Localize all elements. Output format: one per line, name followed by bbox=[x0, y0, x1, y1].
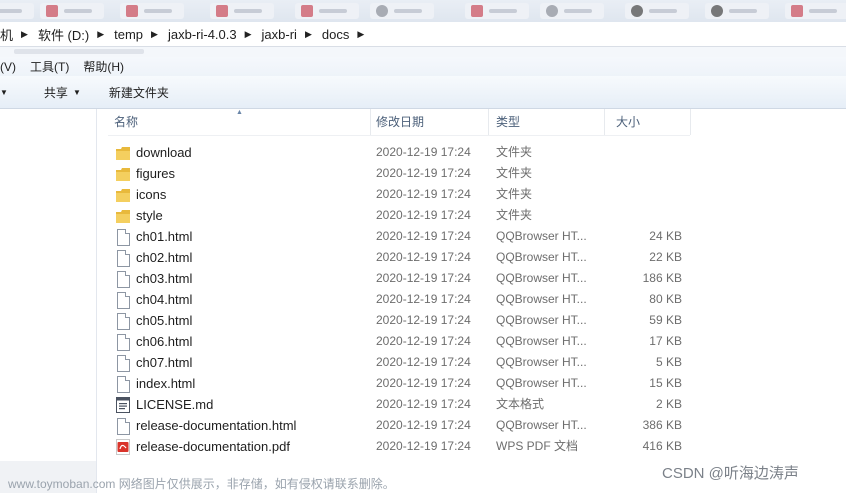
list-item[interactable]: release-documentation.pdf 2020-12-19 17:… bbox=[108, 436, 708, 457]
chevron-right-icon[interactable]: ▶ bbox=[147, 29, 160, 40]
browser-tab[interactable] bbox=[40, 3, 104, 19]
caret-down-icon: ▼ bbox=[72, 87, 81, 97]
breadcrumb-item[interactable]: 机 ▶ bbox=[0, 25, 30, 44]
chevron-right-icon[interactable]: ▶ bbox=[17, 29, 30, 40]
address-subarea bbox=[0, 47, 846, 57]
folder-icon bbox=[116, 208, 130, 224]
list-item[interactable]: ch01.html 2020-12-19 17:24 QQBrowser HT.… bbox=[108, 226, 708, 247]
browser-tab[interactable] bbox=[785, 3, 846, 19]
menu-help[interactable]: 帮助(H) bbox=[76, 58, 131, 75]
tab-favicon-icon bbox=[711, 5, 723, 17]
chevron-right-icon[interactable]: ▶ bbox=[241, 29, 254, 40]
list-item[interactable]: style 2020-12-19 17:24 文件夹 bbox=[108, 205, 708, 226]
list-item[interactable]: ch07.html 2020-12-19 17:24 QQBrowser HT.… bbox=[108, 352, 708, 373]
list-item[interactable]: release-documentation.html 2020-12-19 17… bbox=[108, 415, 708, 436]
html-file-icon bbox=[116, 334, 130, 351]
list-item[interactable]: download 2020-12-19 17:24 文件夹 bbox=[108, 142, 708, 163]
column-size[interactable]: 大小 bbox=[610, 109, 691, 135]
author-watermark: CSDN @听海边涛声 bbox=[662, 465, 799, 482]
list-item[interactable]: figures 2020-12-19 17:24 文件夹 bbox=[108, 163, 708, 184]
breadcrumb-item[interactable]: 软件 (D:) ▶ bbox=[34, 25, 106, 44]
list-item[interactable]: ch03.html 2020-12-19 17:24 QQBrowser HT.… bbox=[108, 268, 708, 289]
html-file-icon bbox=[116, 418, 130, 435]
list-item[interactable]: ch02.html 2020-12-19 17:24 QQBrowser HT.… bbox=[108, 247, 708, 268]
menu-bar: (V) 工具(T) 帮助(H) bbox=[0, 57, 846, 76]
list-item[interactable]: ch06.html 2020-12-19 17:24 QQBrowser HT.… bbox=[108, 331, 708, 352]
html-file-icon bbox=[116, 250, 130, 267]
command-bar: ▼ 共享 ▼ 新建文件夹 bbox=[0, 76, 846, 109]
folder-icon bbox=[116, 187, 130, 203]
share-button[interactable]: 共享 ▼ bbox=[34, 84, 91, 101]
browser-tab[interactable] bbox=[540, 3, 604, 19]
chevron-right-icon[interactable]: ▶ bbox=[93, 29, 106, 40]
folder-icon bbox=[116, 166, 130, 182]
watermark-text: www.toymoban.com 网络图片仅供展示，非存储，如有侵权请联系删除。 bbox=[8, 477, 395, 491]
html-file-icon bbox=[116, 271, 130, 288]
file-list: download 2020-12-19 17:24 文件夹 figures 20… bbox=[108, 142, 708, 457]
chevron-right-icon[interactable]: ▶ bbox=[353, 29, 366, 40]
browser-tab[interactable] bbox=[295, 3, 359, 19]
tab-favicon-icon bbox=[46, 5, 58, 17]
breadcrumb-item[interactable]: jaxb-ri ▶ bbox=[258, 27, 314, 42]
breadcrumb-item[interactable]: temp ▶ bbox=[110, 27, 160, 42]
address-bar[interactable]: 机 ▶ 软件 (D:) ▶ temp ▶ jaxb-ri-4.0.3 ▶ jaxb-ri… bbox=[0, 22, 846, 47]
browser-tab[interactable] bbox=[625, 3, 689, 19]
menu-view[interactable]: (V) bbox=[0, 60, 23, 74]
organize-dropdown[interactable]: ▼ bbox=[0, 88, 34, 97]
html-file-icon bbox=[116, 292, 130, 309]
tab-favicon-icon bbox=[376, 5, 388, 17]
tab-favicon-icon bbox=[546, 5, 558, 17]
html-file-icon bbox=[116, 355, 130, 372]
list-item[interactable]: ch05.html 2020-12-19 17:24 QQBrowser HT.… bbox=[108, 310, 708, 331]
html-file-icon bbox=[116, 376, 130, 393]
tab-favicon-icon bbox=[631, 5, 643, 17]
tab-favicon-icon bbox=[791, 5, 803, 17]
navigation-pane[interactable] bbox=[0, 109, 97, 493]
tab-favicon-icon bbox=[301, 5, 313, 17]
text-file-icon bbox=[116, 397, 130, 413]
list-item[interactable]: LICENSE.md 2020-12-19 17:24 文本格式 2 KB bbox=[108, 394, 708, 415]
menu-tools[interactable]: 工具(T) bbox=[23, 58, 76, 75]
list-item[interactable]: index.html 2020-12-19 17:24 QQBrowser HT… bbox=[108, 373, 708, 394]
breadcrumb-item[interactable]: jaxb-ri-4.0.3 ▶ bbox=[164, 27, 254, 42]
browser-tab[interactable] bbox=[705, 3, 769, 19]
browser-tab[interactable] bbox=[465, 3, 529, 19]
column-type[interactable]: 类型 bbox=[490, 109, 605, 135]
tab-favicon-icon bbox=[126, 5, 138, 17]
caret-down-icon: ▼ bbox=[0, 87, 8, 97]
breadcrumb-item[interactable]: docs ▶ bbox=[318, 27, 366, 42]
browser-tab[interactable] bbox=[370, 3, 434, 19]
column-date[interactable]: 修改日期 bbox=[370, 109, 489, 135]
tab-favicon-icon bbox=[216, 5, 228, 17]
html-file-icon bbox=[116, 229, 130, 246]
browser-tab[interactable] bbox=[210, 3, 274, 19]
browser-tab-strip bbox=[0, 0, 846, 22]
list-item[interactable]: icons 2020-12-19 17:24 文件夹 bbox=[108, 184, 708, 205]
column-name[interactable]: 名称 bbox=[108, 109, 371, 135]
folder-icon bbox=[116, 145, 130, 161]
new-folder-button[interactable]: 新建文件夹 bbox=[91, 84, 179, 101]
column-header: ▲ 名称 修改日期 类型 大小 bbox=[108, 109, 691, 136]
pdf-file-icon bbox=[116, 439, 130, 455]
list-item[interactable]: ch04.html 2020-12-19 17:24 QQBrowser HT.… bbox=[108, 289, 708, 310]
tab-favicon-icon bbox=[471, 5, 483, 17]
html-file-icon bbox=[116, 313, 130, 330]
chevron-right-icon[interactable]: ▶ bbox=[301, 29, 314, 40]
browser-tab[interactable] bbox=[0, 3, 34, 19]
browser-tab[interactable] bbox=[120, 3, 184, 19]
